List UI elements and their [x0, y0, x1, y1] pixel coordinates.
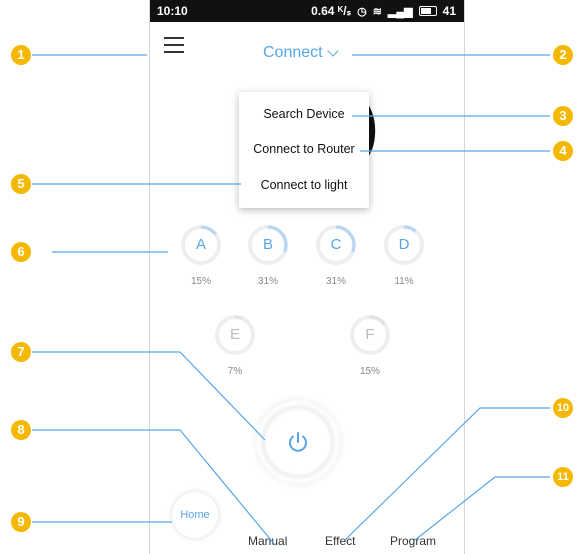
callout-badge-3: 3: [553, 106, 573, 126]
callout-badge-11: 11: [553, 467, 573, 487]
callout-line-11: [414, 476, 550, 541]
callout-lines: [32, 54, 550, 546]
callout-badge-10: 10: [553, 398, 573, 418]
callout-line-10: [344, 407, 550, 541]
callout-badge-6: 6: [11, 242, 31, 262]
callout-line-7: [32, 351, 266, 441]
callout-badge-2: 2: [553, 45, 573, 65]
callout-line-8: [32, 429, 276, 546]
callout-badge-4: 4: [553, 141, 573, 161]
callout-badge-9: 9: [11, 512, 31, 532]
callout-badge-7: 7: [11, 342, 31, 362]
callout-badge-5: 5: [11, 174, 31, 194]
callout-badge-1: 1: [11, 45, 31, 65]
callout-badge-8: 8: [11, 420, 31, 440]
